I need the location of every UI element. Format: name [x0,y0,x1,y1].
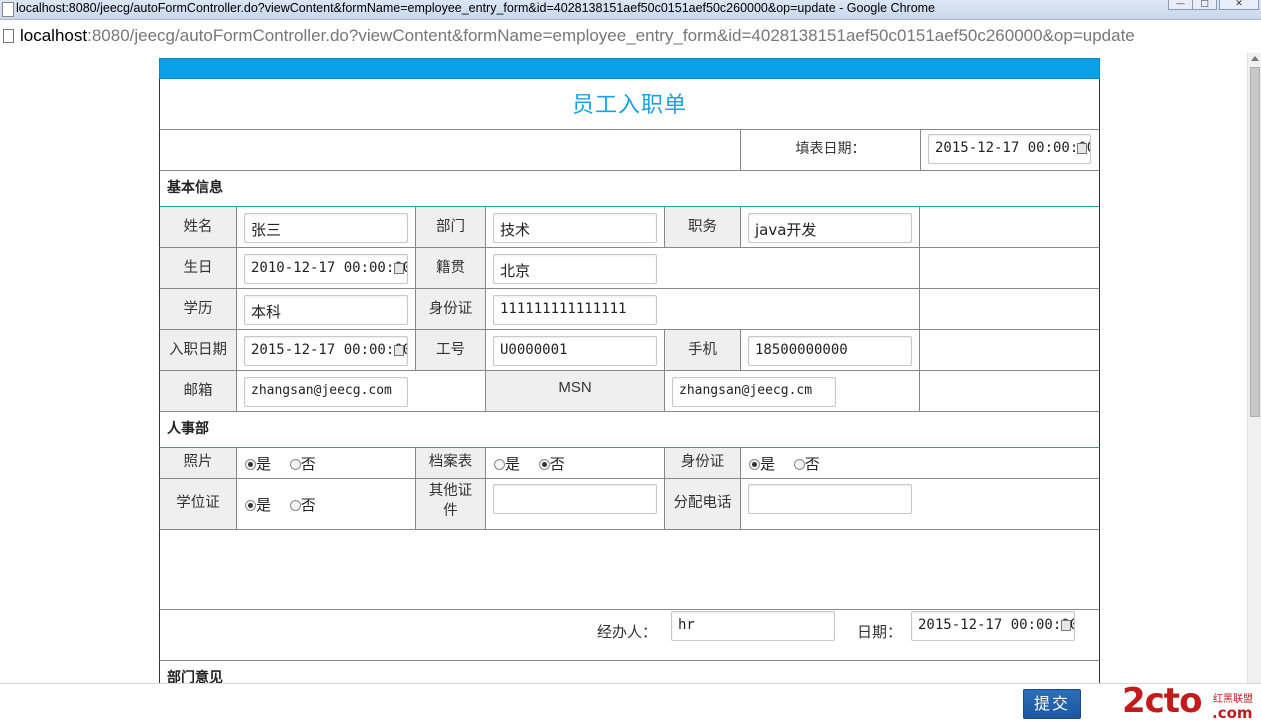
vertical-scrollbar[interactable] [1247,53,1261,683]
name-label: 姓名 [160,207,237,247]
position-label: 职务 [665,207,741,247]
other-cert-input[interactable] [493,484,657,514]
window-title: localhost:8080/jeecg/autoFormController.… [16,1,936,15]
degree-label: 学位证 [160,479,237,529]
degree-radio-group: 是 否 [245,494,330,515]
calendar-icon[interactable] [1077,143,1087,154]
edu-label: 学历 [160,289,237,329]
radio-checked-icon[interactable] [245,459,256,470]
idcopy-radio-group: 是 否 [749,453,834,474]
page-icon [2,2,14,17]
msn-input[interactable]: zhangsan@jeecg.cm [672,377,836,407]
hr-section: 人事部 [159,412,1100,448]
url-path: :8080/jeecg/autoFormController.do?viewCo… [87,26,1135,45]
submit-button[interactable]: 提交 [1023,689,1081,719]
document-icon [3,29,14,43]
mobile-label: 手机 [665,330,741,370]
handler-label: 经办人： [597,623,658,641]
minimize-button[interactable]: — [1168,0,1193,10]
close-button[interactable]: ✕ [1219,0,1259,10]
radio-checked-icon[interactable] [749,459,760,470]
watermark-com: .com [1212,704,1253,722]
radio-icon[interactable] [289,459,301,470]
row-email: 邮箱 zhangsan@jeecg.com MSN zhangsan@jeecg… [159,371,1100,412]
scroll-thumb[interactable] [1250,67,1260,417]
photo-radio-group: 是 否 [245,453,330,474]
row-edu: 学历 本科 身份证 111111111111111 [159,289,1100,330]
address-bar[interactable]: localhost:8080/jeecg/autoFormController.… [0,21,1261,53]
archive-no-option[interactable]: 否 [538,455,565,473]
calendar-icon[interactable] [1061,620,1071,631]
radio-checked-icon[interactable] [245,500,256,511]
radio-icon[interactable] [793,459,805,470]
url-text[interactable]: localhost:8080/jeecg/autoFormController.… [20,26,1135,46]
handler-input[interactable]: hr [671,611,835,641]
degree-no-option[interactable]: 否 [289,496,316,514]
idcopy-yes-option[interactable]: 是 [749,455,775,473]
email-input[interactable]: zhangsan@jeecg.com [244,377,408,407]
msn-label: MSN [486,371,665,411]
employee-entry-form: 员工入职单 填表日期： 2015-12-17 00:00:00 基本信息 姓名 … [159,58,1100,687]
basic-info-title: 基本信息 [167,180,223,196]
birthday-label: 生日 [160,248,237,288]
fill-date-row: 填表日期： 2015-12-17 00:00:00 [159,130,1100,171]
form-title: 员工入职单 [571,93,687,118]
other-cert-label: 其他证件 [416,479,486,529]
birthday-input[interactable]: 2010-12-17 00:00:00 [244,254,408,284]
edu-input[interactable]: 本科 [244,295,408,325]
row-entry-date: 入职日期 2015-12-17 00:00:00 工号 U0000001 手机 … [159,330,1100,371]
watermark-logo: 2cto [1122,681,1202,721]
basic-info-section: 基本信息 [159,171,1100,207]
row-birthday: 生日 2010-12-17 00:00:00 籍贯 北京 [159,248,1100,289]
phone-assign-input[interactable] [748,484,912,514]
emp-no-label: 工号 [416,330,486,370]
entry-date-input[interactable]: 2015-12-17 00:00:00 [244,336,408,366]
archive-radio-group: 是 否 [494,453,579,474]
url-host: localhost [20,26,88,45]
row-degree: 学位证 是 否 其他证件 分配电话 [159,479,1100,530]
form-header-band [159,58,1100,79]
calendar-icon[interactable] [394,263,404,274]
hr-section-title: 人事部 [167,421,209,437]
phone-assign-label: 分配电话 [665,479,741,529]
idcopy-label: 身份证 [665,448,741,478]
fill-date-label: 填表日期： [741,130,921,170]
date-label: 日期： [857,623,903,641]
name-input[interactable]: 张三 [244,213,408,243]
idcopy-no-option[interactable]: 否 [793,455,820,473]
calendar-icon[interactable] [394,345,404,356]
row-name: 姓名 张三 部门 技术 职务 java开发 [159,207,1100,248]
archive-label: 档案表 [416,448,486,478]
scroll-up-icon[interactable] [1251,56,1259,61]
entry-date-label: 入职日期 [160,330,237,370]
photo-label: 照片 [160,448,237,478]
email-label: 邮箱 [160,371,237,411]
radio-icon[interactable] [494,459,505,470]
watermark-small: 红黑联盟 [1213,694,1253,705]
dept-label: 部门 [416,207,486,247]
idcard-input[interactable]: 111111111111111 [493,295,657,325]
native-label: 籍贯 [416,248,486,288]
photo-no-option[interactable]: 否 [289,455,316,473]
dept-input[interactable]: 技术 [493,213,657,243]
idcard-label: 身份证 [416,289,486,329]
hr-remarks-area[interactable] [159,530,1100,610]
emp-no-input[interactable]: U0000001 [493,336,657,366]
radio-checked-icon[interactable] [538,459,550,470]
row-documents: 照片 是 否 档案表 是 否 身份证 是 否 [159,448,1100,479]
mobile-input[interactable]: 18500000000 [748,336,912,366]
window-titlebar: localhost:8080/jeecg/autoFormController.… [0,0,1261,20]
native-input[interactable]: 北京 [493,254,657,284]
radio-icon[interactable] [289,500,301,511]
date-input[interactable]: 2015-12-17 00:00:00 [911,611,1075,641]
archive-yes-option[interactable]: 是 [494,455,520,473]
handler-row: 经办人： hr 日期： 2015-12-17 00:00:00 [159,610,1100,661]
fill-date-input[interactable]: 2015-12-17 00:00:00 [928,134,1091,164]
maximize-button[interactable]: □ [1192,0,1217,10]
position-input[interactable]: java开发 [748,213,912,243]
form-title-row: 员工入职单 [159,79,1100,130]
degree-yes-option[interactable]: 是 [245,496,271,514]
photo-yes-option[interactable]: 是 [245,455,271,473]
